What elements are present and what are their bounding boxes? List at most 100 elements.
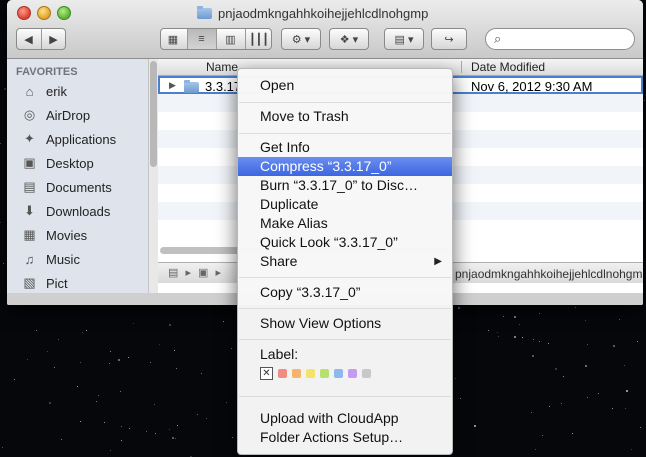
sidebar-header: FAVORITES xyxy=(16,66,78,78)
home-icon: ⌂ xyxy=(25,83,34,99)
submenu-arrow-icon: ▶ xyxy=(434,256,442,267)
titlebar: pnjaodmkngahhkoihejjehlcdlnohgmp ◀ ▶ ▦ ≡… xyxy=(7,0,643,59)
airdrop-icon: ◎ xyxy=(23,107,36,122)
menu-item-share[interactable]: Share ▶ xyxy=(238,252,452,271)
label-color-swatch[interactable] xyxy=(306,369,315,378)
path-current[interactable]: pnjaodmkngahhkoihejjehlcdlnohgmp xyxy=(455,267,643,281)
dropbox-button[interactable]: ❖ ▾ xyxy=(329,28,369,50)
sidebar-item-desktop[interactable]: ▣ Desktop xyxy=(21,151,94,175)
window-title-text: pnjaodmkngahhkoihejjehlcdlnohgmp xyxy=(218,6,429,21)
share-button[interactable]: ↪ xyxy=(431,28,467,50)
back-icon: ◀ xyxy=(24,33,33,46)
disclosure-triangle-icon[interactable]: ▶ xyxy=(169,80,176,91)
column-view-button[interactable]: ▥ xyxy=(217,29,246,49)
menu-separator xyxy=(239,277,451,278)
sidebar-item-downloads[interactable]: ⬇ Downloads xyxy=(21,199,110,223)
menu-item-open[interactable]: Open xyxy=(238,76,452,95)
sidebar-item-home[interactable]: ⌂ erik xyxy=(21,79,67,103)
sidebar: FAVORITES ⌂ erik ◎ AirDrop ✦ Applications ▣… xyxy=(7,59,148,293)
music-icon: ♫ xyxy=(24,251,35,267)
menu-separator xyxy=(239,308,451,309)
desktop-icon: ▣ xyxy=(23,155,36,170)
dropbox-icon: ❖ ▾ xyxy=(339,33,359,46)
window-title: pnjaodmkngahhkoihejjehlcdlnohgmp xyxy=(197,6,428,21)
list-view-icon: ≡ xyxy=(198,33,205,45)
back-button[interactable]: ◀ xyxy=(17,29,42,49)
sidebar-item-applications[interactable]: ✦ Applications xyxy=(21,127,116,151)
sidebar-scrollbar-thumb[interactable] xyxy=(150,61,157,167)
label-color-swatch[interactable] xyxy=(320,369,329,378)
menu-label-heading: Label: xyxy=(260,346,299,362)
sidebar-item-label: Music xyxy=(46,251,80,267)
column-view-icon: ▥ xyxy=(225,33,236,46)
icon-view-icon: ▦ xyxy=(167,33,179,46)
zoom-button[interactable] xyxy=(57,6,71,20)
downloads-icon: ⬇ xyxy=(24,203,35,218)
icon-view-button[interactable]: ▦ xyxy=(160,29,188,49)
view-mode-control: ▦ ≡ ▥ ┃┃┃ xyxy=(160,28,272,50)
forward-icon: ▶ xyxy=(49,33,58,46)
sidebar-item-label: Downloads xyxy=(46,203,111,219)
menu-item-duplicate[interactable]: Duplicate xyxy=(238,195,452,214)
minimize-button[interactable] xyxy=(37,6,51,20)
action-button[interactable]: ⚙ ▾ xyxy=(281,28,321,50)
menu-item-get-info[interactable]: Get Info xyxy=(238,138,452,157)
sidebar-item-label: Pict xyxy=(46,275,68,291)
menu-separator xyxy=(239,133,451,134)
sidebar-item-label: Movies xyxy=(46,227,88,243)
sidebar-item-label: AirDrop xyxy=(46,107,91,123)
sidebar-item-movies[interactable]: ▦ Movies xyxy=(21,223,87,247)
sidebar-item-music[interactable]: ♫ Music xyxy=(21,247,80,271)
documents-icon: ▤ xyxy=(23,179,36,194)
context-menu: Open Move to Trash Get Info Compress “3.… xyxy=(237,68,453,455)
list-view-button[interactable]: ≡ xyxy=(187,29,217,49)
menu-item-make-alias[interactable]: Make Alias xyxy=(238,214,452,233)
coverflow-view-icon: ┃┃┃ xyxy=(249,33,269,46)
column-date-header[interactable]: Date Modified xyxy=(471,60,545,74)
column-separator xyxy=(461,61,462,73)
back-forward-control: ◀ ▶ xyxy=(16,28,66,50)
arrange-button[interactable]: ▤ ▾ xyxy=(384,28,424,50)
coverflow-view-button[interactable]: ┃┃┃ xyxy=(246,29,273,49)
path-icons: ▤ ▸ ▣ ▸ xyxy=(168,267,223,279)
folder-icon xyxy=(197,6,212,19)
close-button[interactable] xyxy=(17,6,31,20)
menu-item-quick-look[interactable]: Quick Look “3.3.17_0” xyxy=(238,233,452,252)
sidebar-item-pictures[interactable]: ▧ Pict xyxy=(21,271,68,293)
file-name: 3.3.17 xyxy=(205,79,242,94)
movies-icon: ▦ xyxy=(23,227,36,242)
gear-icon: ⚙ ▾ xyxy=(291,33,311,46)
pictures-icon: ▧ xyxy=(23,275,36,290)
label-color-swatch[interactable] xyxy=(292,369,301,378)
sidebar-item-label: erik xyxy=(46,83,67,99)
label-color-swatch[interactable] xyxy=(348,369,357,378)
forward-button[interactable]: ▶ xyxy=(42,29,66,49)
menu-item-share-label: Share xyxy=(260,253,298,269)
sidebar-item-label: Applications xyxy=(46,131,117,147)
label-none-button[interactable]: ✕ xyxy=(260,367,273,380)
menu-item-compress[interactable]: Compress “3.3.17_0” xyxy=(238,157,452,176)
column-name-header[interactable]: Name xyxy=(206,60,238,74)
menu-separator xyxy=(239,339,451,340)
applications-icon: ✦ xyxy=(24,131,35,146)
menu-item-show-view-options[interactable]: Show View Options xyxy=(238,314,452,333)
menu-item-folder-actions[interactable]: Folder Actions Setup… xyxy=(238,428,452,447)
label-color-swatch[interactable] xyxy=(278,369,287,378)
menu-separator xyxy=(239,396,451,397)
file-date: Nov 6, 2012 9:30 AM xyxy=(471,79,593,94)
search-input[interactable]: ⌕ xyxy=(485,28,635,50)
sidebar-item-label: Desktop xyxy=(46,155,94,171)
label-color-picker: ✕ xyxy=(260,367,371,380)
sidebar-item-label: Documents xyxy=(46,179,112,195)
menu-separator xyxy=(239,102,451,103)
search-icon: ⌕ xyxy=(494,31,502,46)
label-color-swatch[interactable] xyxy=(334,369,343,378)
menu-item-upload-cloudapp[interactable]: Upload with CloudApp xyxy=(238,409,452,428)
label-color-swatch[interactable] xyxy=(362,369,371,378)
menu-item-copy[interactable]: Copy “3.3.17_0” xyxy=(238,283,452,302)
arrange-icon: ▤ ▾ xyxy=(394,33,414,46)
menu-item-burn[interactable]: Burn “3.3.17_0” to Disc… xyxy=(238,176,452,195)
menu-item-move-to-trash[interactable]: Move to Trash xyxy=(238,107,452,126)
sidebar-item-documents[interactable]: ▤ Documents xyxy=(21,175,112,199)
sidebar-item-airdrop[interactable]: ◎ AirDrop xyxy=(21,103,90,127)
